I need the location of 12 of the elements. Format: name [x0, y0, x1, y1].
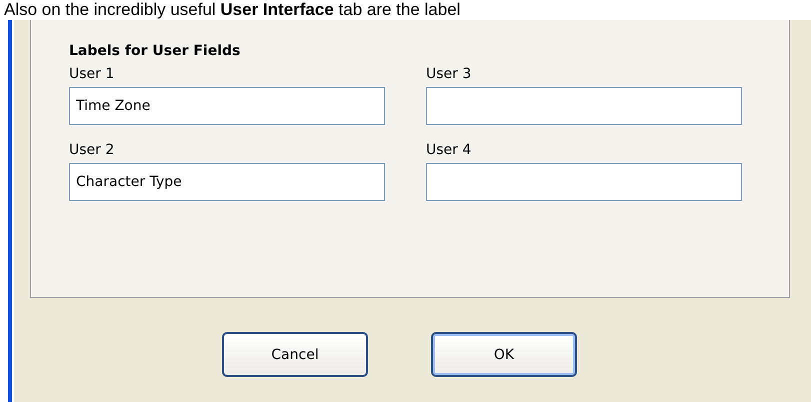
group-title: Labels for User Fields	[69, 43, 240, 59]
field-label: User 2	[69, 142, 114, 158]
input-field[interactable]	[426, 163, 742, 201]
caption-text: Also on the incredibly useful User Interface tab are the label	[4, 0, 460, 20]
input-field[interactable]	[426, 87, 742, 125]
cancel-button[interactable]: Cancel	[222, 332, 368, 377]
field-label: User 1	[69, 66, 114, 82]
field-label: User 3	[426, 66, 472, 82]
input-field[interactable]: Time Zone	[69, 87, 385, 125]
input-field[interactable]: Character Type	[69, 163, 385, 201]
ok-button[interactable]: OK	[431, 332, 577, 377]
field-label: User 4	[426, 142, 472, 158]
